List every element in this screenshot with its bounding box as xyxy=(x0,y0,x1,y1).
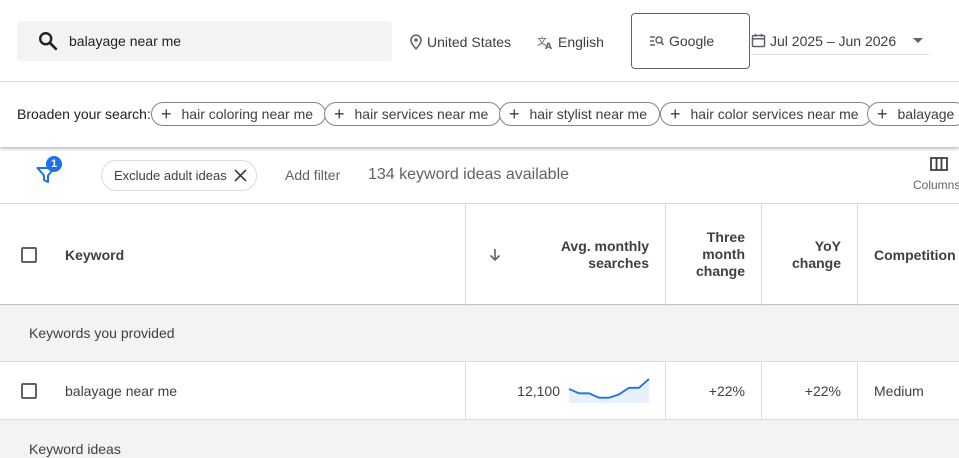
header-keyword-label: Keyword xyxy=(65,246,125,263)
keyword-text: balayage near me xyxy=(65,382,178,399)
header-keyword[interactable]: Keyword xyxy=(0,204,466,305)
search-input[interactable] xyxy=(69,33,369,49)
group-provided-label: Keywords you provided xyxy=(29,325,175,341)
chevron-down-icon xyxy=(913,38,923,43)
trend-area xyxy=(569,379,649,403)
header-yoy-line1: YoY xyxy=(814,237,841,254)
calendar-icon xyxy=(751,33,766,48)
plus-icon: + xyxy=(670,104,681,124)
broaden-chip[interactable]: + hair color services near me xyxy=(660,102,872,126)
svg-text:A: A xyxy=(545,42,552,50)
group-header-ideas: Keyword ideas xyxy=(0,420,959,458)
columns-label: Columns xyxy=(913,178,959,192)
avg-monthly-value: 12,100 xyxy=(517,382,560,399)
header-competition-label: Competition xyxy=(874,246,956,263)
table-row[interactable]: balayage near me 12,100 +22% +22% Medium xyxy=(0,361,959,420)
three-month-cell: +22% xyxy=(666,362,762,419)
plus-icon: + xyxy=(334,104,345,124)
broaden-chip-label: hair stylist near me xyxy=(529,106,647,122)
broaden-chip-label: balayage xyxy=(897,106,955,122)
header-avg-line1: Avg. monthly xyxy=(560,237,649,254)
header-yoy-line2: change xyxy=(791,254,841,271)
select-all-checkbox[interactable] xyxy=(21,246,37,263)
header-competition[interactable]: Competition xyxy=(858,204,959,305)
header-avg-line2: searches xyxy=(588,254,649,271)
translate-icon: 文 A xyxy=(537,35,552,50)
location-label: United States xyxy=(427,34,512,50)
header-yoy-change[interactable]: YoY change xyxy=(762,204,858,305)
close-icon[interactable] xyxy=(232,167,249,184)
arrow-down-icon xyxy=(489,249,501,262)
broaden-chip-label: hair coloring near me xyxy=(181,106,314,122)
plus-icon: + xyxy=(877,104,888,124)
search-header: United States 文 A English Google Jul 202… xyxy=(0,0,959,82)
competition-cell: Medium xyxy=(858,362,959,419)
keyword-ideas-count: 134 keyword ideas available xyxy=(368,166,570,183)
date-range-selector[interactable]: Jul 2025 – Jun 2026 xyxy=(751,27,929,55)
header-avg-monthly-searches[interactable]: Avg. monthly searches xyxy=(466,204,666,305)
columns-icon xyxy=(930,157,948,171)
row-checkbox[interactable] xyxy=(21,382,37,399)
network-label: Google xyxy=(669,33,715,49)
exclude-adult-ideas-chip[interactable]: Exclude adult ideas xyxy=(101,160,257,191)
broaden-chip[interactable]: + hair coloring near me xyxy=(151,102,327,126)
avg-monthly-cell: 12,100 xyxy=(466,362,666,419)
trend-sparkline xyxy=(568,378,650,403)
keyword-search-box[interactable] xyxy=(17,21,392,61)
search-icon xyxy=(39,32,58,51)
keyword-cell: balayage near me xyxy=(0,362,466,419)
broaden-chip-label: hair color services near me xyxy=(690,106,859,122)
date-range-label: Jul 2025 – Jun 2026 xyxy=(770,32,897,49)
table-header: Keyword Avg. monthly searches Three mont… xyxy=(0,204,959,305)
yoy-value: +22% xyxy=(804,382,841,399)
plus-icon: + xyxy=(509,104,520,124)
plus-icon: + xyxy=(161,104,172,124)
search-network-icon xyxy=(650,36,665,46)
search-network-selector[interactable]: Google xyxy=(631,13,750,69)
yoy-cell: +22% xyxy=(762,362,858,419)
header-three-line3: change xyxy=(695,263,745,279)
language-selector[interactable]: 文 A English xyxy=(537,31,604,53)
location-selector[interactable]: United States xyxy=(409,31,511,53)
group-header-provided: Keywords you provided xyxy=(0,306,959,361)
language-label: English xyxy=(558,34,604,50)
header-three-line1: Three xyxy=(706,229,745,245)
broaden-chip[interactable]: + hair services near me xyxy=(324,102,502,126)
broaden-chip[interactable]: + balayage xyxy=(867,102,959,126)
filter-count-badge: 1 xyxy=(46,156,62,172)
columns-button[interactable]: Columns xyxy=(913,157,959,192)
broaden-chip-label: hair services near me xyxy=(354,106,489,122)
competition-value: Medium xyxy=(874,382,924,399)
add-filter-button[interactable]: Add filter xyxy=(285,167,340,183)
three-month-value: +22% xyxy=(708,382,745,399)
header-three-month-change[interactable]: Three month change xyxy=(666,204,762,305)
broaden-label: Broaden your search: xyxy=(17,106,151,122)
broaden-chip[interactable]: + hair stylist near me xyxy=(499,102,660,126)
group-ideas-label: Keyword ideas xyxy=(29,441,121,457)
location-pin-icon xyxy=(410,34,422,50)
broaden-search-bar: Broaden your search: + hair coloring nea… xyxy=(0,82,959,147)
exclude-adult-label: Exclude adult ideas xyxy=(114,168,227,183)
filter-bar: 1 Exclude adult ideas Add filter 134 key… xyxy=(0,147,959,204)
header-three-line2: month xyxy=(702,246,745,262)
